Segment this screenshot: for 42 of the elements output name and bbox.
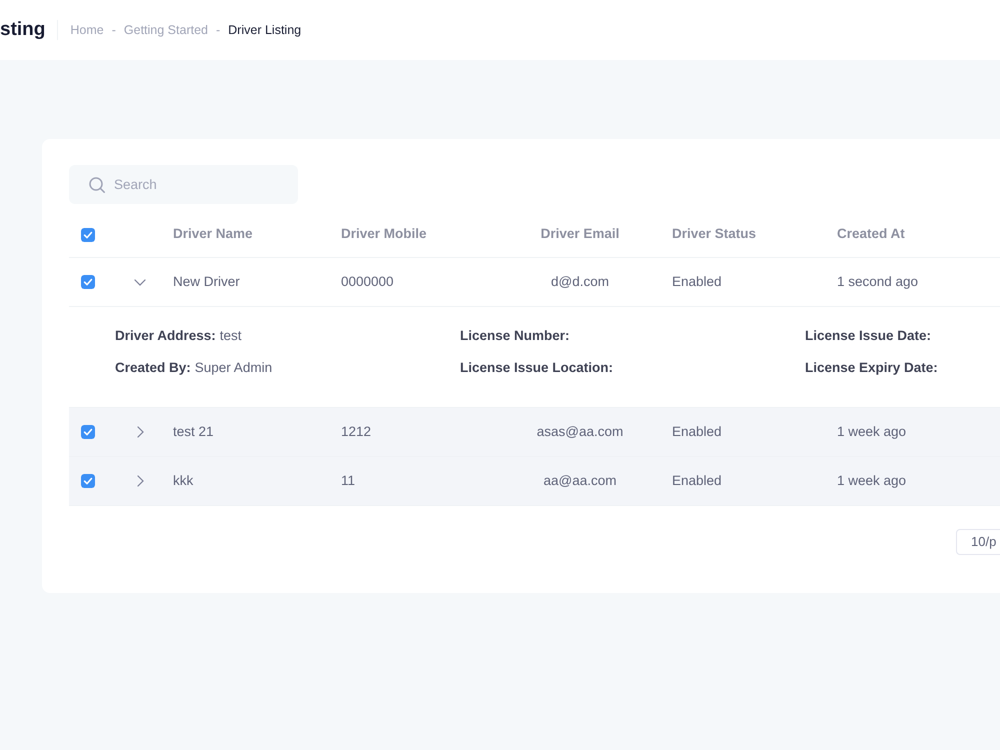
table-cell: New Driver	[173, 274, 240, 289]
column-header: Driver Name	[173, 226, 253, 242]
table-cell: aa@aa.com	[544, 472, 616, 488]
table-cell: 1 second ago	[837, 274, 918, 289]
table-cell: Enabled	[672, 274, 722, 289]
row-checkbox[interactable]	[81, 474, 95, 488]
table-cell: 0000000	[341, 274, 394, 289]
row-checkbox[interactable]	[81, 275, 95, 289]
table-cell: asas@aa.com	[536, 424, 624, 439]
breadcrumb-current: Driver Listing	[228, 22, 302, 39]
detail-label: License Expiry Date:	[805, 359, 938, 377]
detail-value: Super Admin	[194, 359, 272, 377]
breadcrumb-separator: -	[112, 22, 116, 39]
column-header: Driver Email	[540, 226, 620, 242]
select-all-checkbox[interactable]	[81, 228, 95, 242]
row-checkbox[interactable]	[81, 425, 95, 439]
table-cell: 1212	[341, 424, 372, 439]
table-cell: test 21	[173, 424, 214, 439]
table-cell: kkk	[173, 472, 194, 488]
column-header: Created At	[837, 226, 905, 242]
page-title: sting	[0, 19, 46, 41]
detail-label: License Issue Date:	[805, 327, 932, 345]
table-cell: Enabled	[672, 472, 722, 488]
search-field[interactable]: Search	[69, 165, 298, 204]
table-cell: Enabled	[672, 424, 722, 439]
column-header: Driver Mobile	[341, 226, 427, 242]
detail-label: Driver Address:	[115, 327, 216, 345]
detail-label: License Issue Location:	[460, 359, 614, 377]
table-cell: 1 week ago	[837, 472, 906, 488]
chevron-down-icon[interactable]	[134, 278, 146, 286]
search-icon	[89, 177, 105, 193]
breadcrumb-separator: -	[216, 22, 220, 39]
breadcrumb-link[interactable]: Getting Started	[124, 20, 208, 40]
detail-label: License Number:	[460, 327, 570, 345]
table-cell: 1 week ago	[837, 424, 906, 439]
detail-label: Created By:	[115, 359, 191, 377]
table-cell: d@d.com	[551, 274, 609, 289]
table-cell: 11	[341, 472, 356, 488]
page-size-select[interactable]: 10/p	[956, 529, 1000, 555]
breadcrumb-link[interactable]: Home	[70, 20, 104, 40]
column-header: Driver Status	[672, 226, 756, 242]
detail-value: test	[220, 327, 242, 345]
